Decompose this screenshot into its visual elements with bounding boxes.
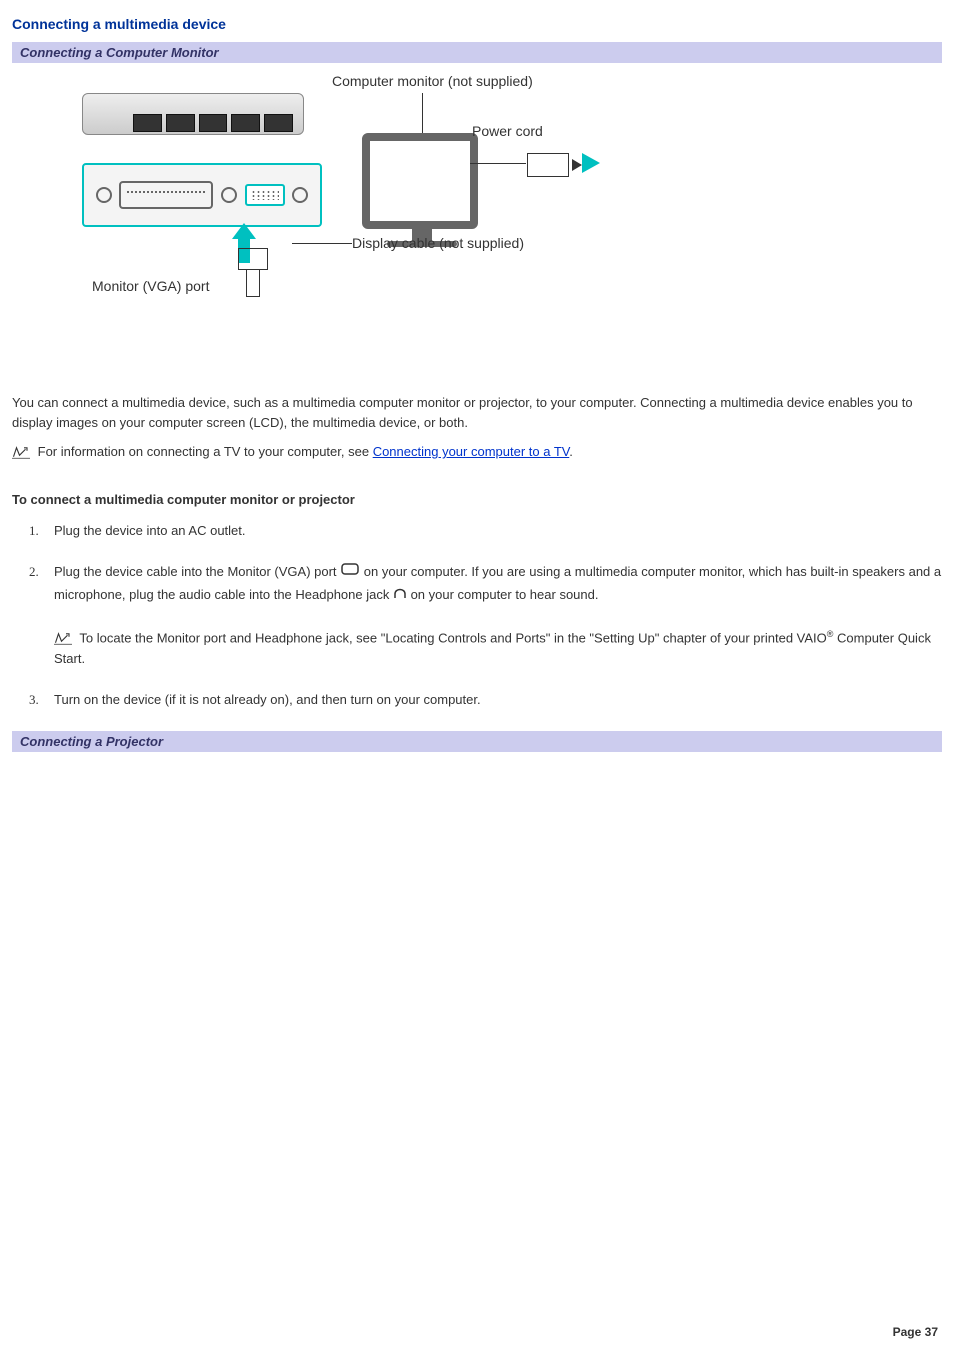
page-number: Page 37 <box>893 1325 938 1339</box>
note-icon <box>54 632 72 646</box>
diagram-arrow-icon <box>232 223 256 239</box>
section-heading-monitor: Connecting a Computer Monitor <box>12 42 942 63</box>
section-heading-projector: Connecting a Projector <box>12 731 942 752</box>
diagram-plug <box>527 153 569 177</box>
diagram-laptop-back <box>82 93 304 135</box>
step-1: Plug the device into an AC outlet. <box>42 521 942 542</box>
step2-note-a: To locate the Monitor port and Headphone… <box>79 630 826 645</box>
diagram-arrow-icon <box>582 153 600 173</box>
diagram-label-display: Display cable (not supplied) <box>352 235 524 251</box>
diagram-connector <box>222 248 282 288</box>
procedure-steps: Plug the device into an AC outlet. Plug … <box>32 521 942 711</box>
diagram-label-vga: Monitor (VGA) port <box>92 278 209 294</box>
step-3: Turn on the device (if it is not already… <box>42 690 942 711</box>
step2-note: To locate the Monitor port and Headphone… <box>54 627 942 670</box>
intro-paragraph: You can connect a multimedia device, suc… <box>12 393 942 432</box>
diagram-line <box>470 163 526 164</box>
procedure-heading: To connect a multimedia computer monitor… <box>12 492 942 507</box>
diagram-monitor <box>362 133 482 247</box>
step2-text-c: on your computer to hear sound. <box>407 587 599 602</box>
diagram-label-monitor: Computer monitor (not supplied) <box>332 73 533 89</box>
connection-diagram: Computer monitor (not supplied) Monitor … <box>52 83 942 363</box>
note-tv: For information on connecting a TV to yo… <box>12 442 942 462</box>
note-text-after: . <box>569 444 573 459</box>
note-icon <box>12 446 30 460</box>
diagram-label-power: Power cord <box>472 123 543 139</box>
vga-port-icon <box>340 561 360 584</box>
step-2: Plug the device cable into the Monitor (… <box>42 561 942 670</box>
headphone-icon <box>393 584 407 607</box>
diagram-vga-port <box>245 184 285 206</box>
diagram-port-panel <box>82 163 322 227</box>
link-connecting-tv[interactable]: Connecting your computer to a TV <box>373 444 570 459</box>
diagram-line <box>422 93 424 133</box>
diagram-line <box>292 243 352 244</box>
page-title: Connecting a multimedia device <box>12 16 942 32</box>
step2-text-a: Plug the device cable into the Monitor (… <box>54 564 340 579</box>
note-text-before: For information on connecting a TV to yo… <box>38 444 373 459</box>
